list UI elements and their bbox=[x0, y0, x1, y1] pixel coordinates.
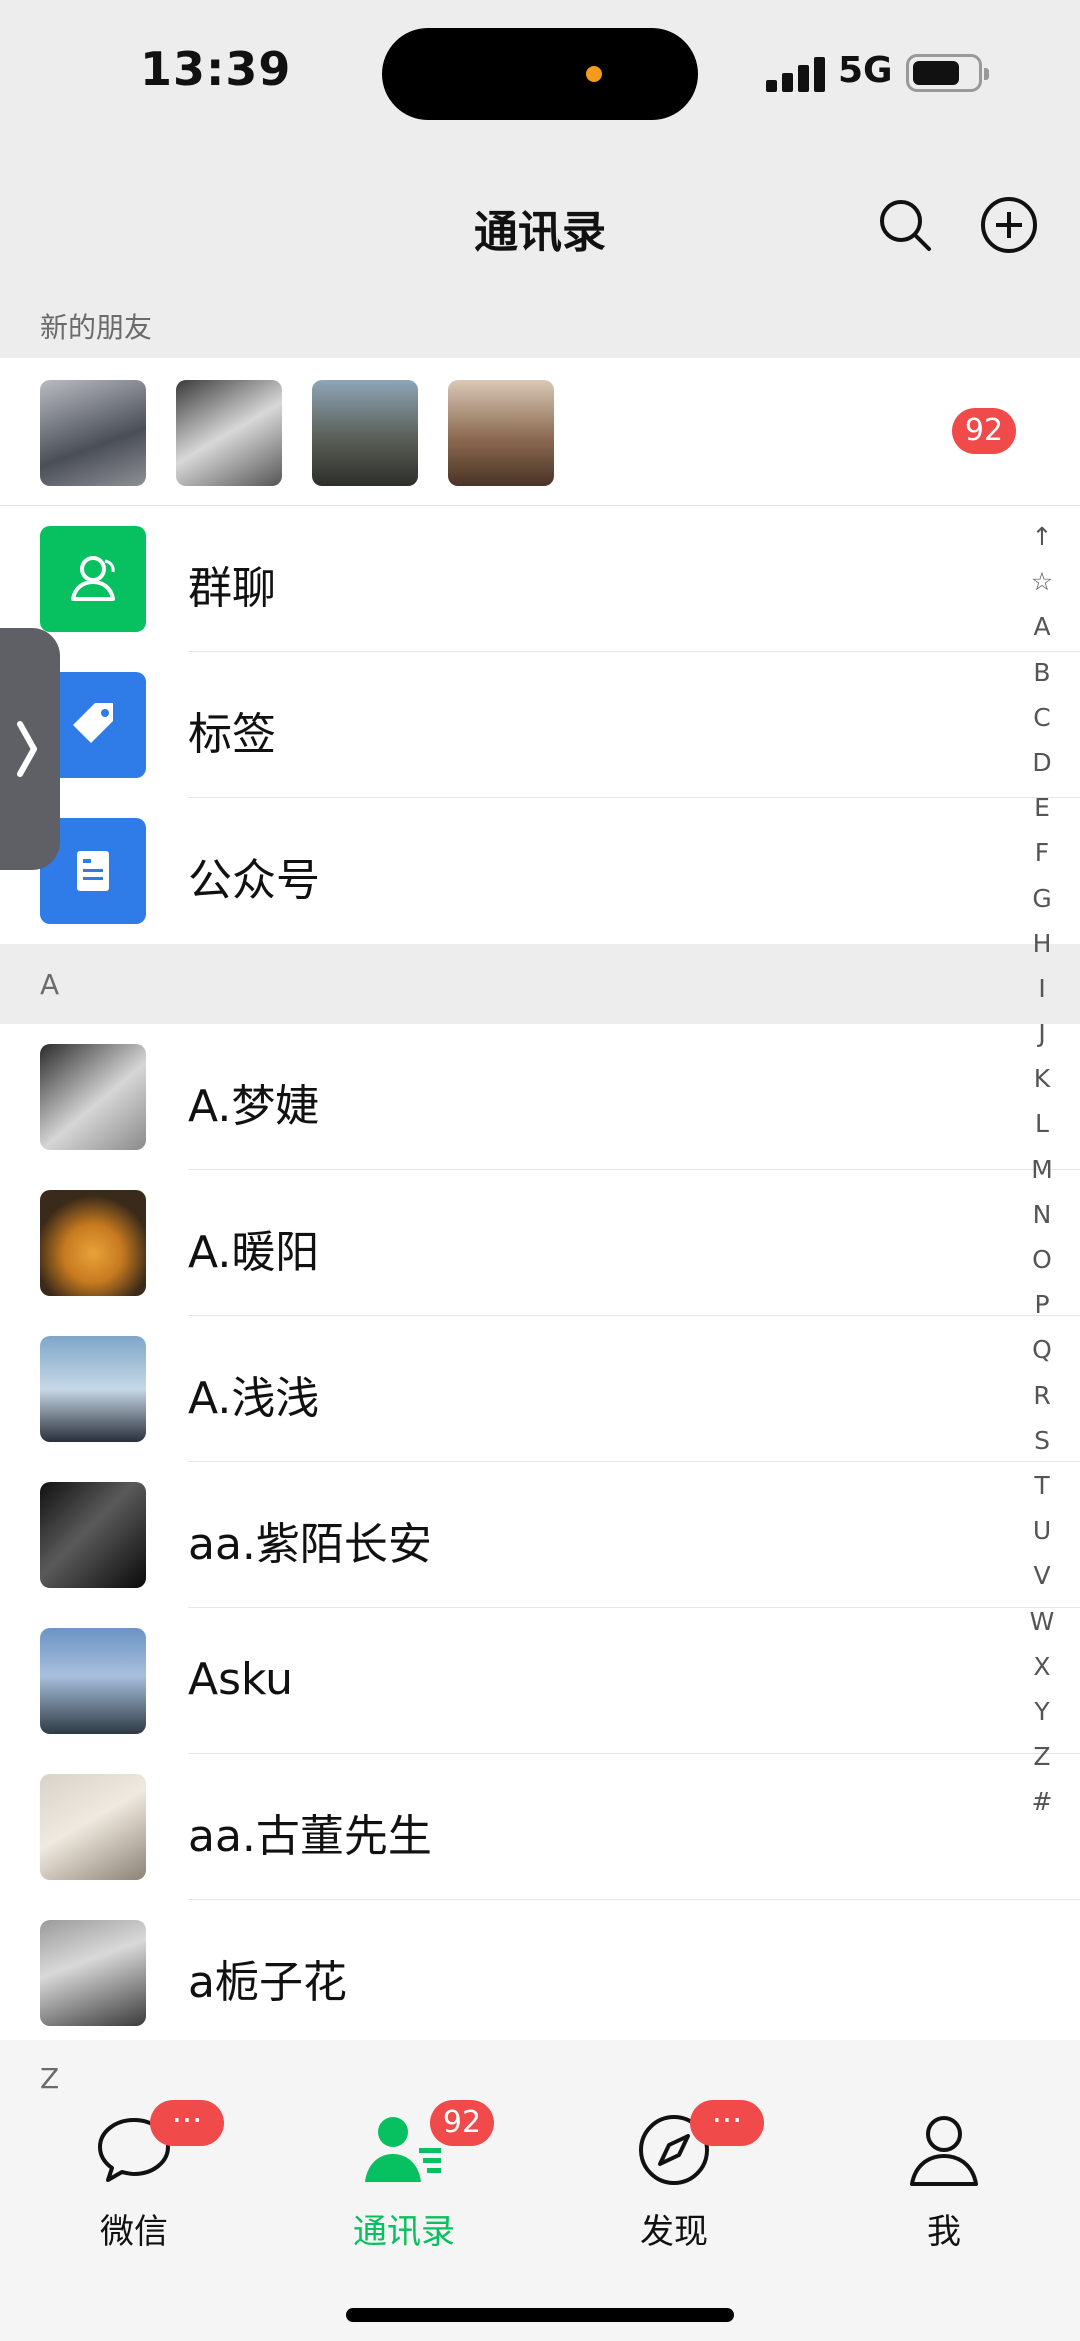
index-letter[interactable]: G bbox=[1022, 876, 1062, 921]
index-letter[interactable]: T bbox=[1022, 1463, 1062, 1508]
battery-icon bbox=[906, 54, 989, 92]
tags-row[interactable]: 标签 bbox=[0, 652, 1080, 798]
index-letter[interactable]: F bbox=[1022, 830, 1062, 875]
contact-name: Asku bbox=[188, 1654, 294, 1705]
avatar bbox=[40, 1920, 146, 2026]
section-header-a: A bbox=[0, 944, 1080, 1024]
contact-list: A.梦婕 A.暖阳 A.浅浅 aa.紫陌长安 Asku aa.古董先生 a栀子花 bbox=[0, 1024, 1080, 2046]
index-letter[interactable]: W bbox=[1022, 1599, 1062, 1644]
index-letter[interactable]: H bbox=[1022, 921, 1062, 966]
tab-label: 通讯录 bbox=[353, 2212, 455, 2252]
search-icon bbox=[880, 200, 931, 251]
group-chat-label: 群聊 bbox=[188, 563, 276, 614]
alphabet-index[interactable]: ↑ ☆ A B C D E F G H I J K L M N O P Q R S T U V W X Y Z # bbox=[1022, 514, 1062, 1824]
avatar bbox=[40, 1628, 146, 1734]
index-letter[interactable]: E bbox=[1022, 785, 1062, 830]
index-letter[interactable]: A bbox=[1022, 604, 1062, 649]
avatar bbox=[312, 380, 418, 486]
index-letter[interactable]: J bbox=[1022, 1011, 1062, 1056]
contact-row[interactable]: Asku bbox=[0, 1608, 1080, 1754]
avatar bbox=[40, 1774, 146, 1880]
contact-name: a栀子花 bbox=[188, 1957, 347, 2008]
new-friends-row[interactable]: 92 bbox=[0, 358, 1080, 506]
status-bar: 13:39 5G bbox=[0, 0, 1080, 150]
contact-row[interactable]: A.浅浅 bbox=[0, 1316, 1080, 1462]
index-letter[interactable]: V bbox=[1022, 1553, 1062, 1598]
contact-row[interactable]: A.梦婕 bbox=[0, 1024, 1080, 1170]
contact-name: A.梦婕 bbox=[188, 1081, 320, 1132]
privacy-dot bbox=[586, 66, 602, 82]
person-icon bbox=[854, 2110, 1034, 2190]
index-letter[interactable]: M bbox=[1022, 1147, 1062, 1192]
add-button[interactable] bbox=[974, 190, 1044, 260]
contact-name: A.暖阳 bbox=[188, 1227, 320, 1278]
search-button[interactable] bbox=[870, 190, 940, 260]
side-panel-handle[interactable] bbox=[0, 628, 60, 870]
tab-label: 微信 bbox=[100, 2212, 168, 2252]
contact-name: aa.古董先生 bbox=[188, 1811, 432, 1862]
contact-row[interactable]: aa.紫陌长安 bbox=[0, 1462, 1080, 1608]
index-letter[interactable]: O bbox=[1022, 1237, 1062, 1282]
contact-name: A.浅浅 bbox=[188, 1373, 320, 1424]
avatar bbox=[40, 1336, 146, 1442]
index-letter[interactable]: N bbox=[1022, 1192, 1062, 1237]
avatar bbox=[40, 1190, 146, 1296]
tab-me[interactable]: 我 bbox=[854, 2110, 1034, 2253]
index-letter[interactable]: X bbox=[1022, 1644, 1062, 1689]
index-letter[interactable]: R bbox=[1022, 1373, 1062, 1418]
tab-contacts[interactable]: 通讯录 92 bbox=[314, 2100, 494, 2253]
index-letter[interactable]: D bbox=[1022, 740, 1062, 785]
chevron-right-icon bbox=[17, 721, 37, 777]
official-accounts-label: 公众号 bbox=[188, 855, 320, 906]
index-letter[interactable]: ☆ bbox=[1022, 559, 1062, 604]
contact-row[interactable]: A.暖阳 bbox=[0, 1170, 1080, 1316]
home-indicator bbox=[346, 2308, 734, 2322]
new-friends-label: 新的朋友 bbox=[40, 311, 153, 344]
function-list: 群聊 标签 公众号 bbox=[0, 506, 1080, 944]
index-letter[interactable]: ↑ bbox=[1022, 514, 1062, 559]
contacts-badge: 92 bbox=[430, 2100, 494, 2146]
section-letter-z: Z bbox=[40, 2062, 60, 2095]
tab-bar: 微信 ··· 通讯录 92 发现 ··· 我 bbox=[0, 2040, 1080, 2341]
index-letter[interactable]: I bbox=[1022, 966, 1062, 1011]
index-letter[interactable]: Q bbox=[1022, 1327, 1062, 1372]
index-letter[interactable]: B bbox=[1022, 650, 1062, 695]
plus-circle-icon bbox=[981, 197, 1037, 253]
new-friends-badge: 92 bbox=[952, 408, 1016, 454]
avatar bbox=[40, 1044, 146, 1150]
avatar bbox=[40, 380, 146, 486]
index-letter[interactable]: S bbox=[1022, 1418, 1062, 1463]
status-time: 13:39 bbox=[140, 42, 292, 96]
index-letter[interactable]: C bbox=[1022, 695, 1062, 740]
index-letter[interactable]: Z bbox=[1022, 1734, 1062, 1779]
signal-icon bbox=[766, 56, 826, 92]
tab-discover[interactable]: 发现 ··· bbox=[584, 2100, 764, 2253]
avatar bbox=[40, 1482, 146, 1588]
network-type: 5G bbox=[838, 50, 893, 91]
tab-chats[interactable]: 微信 ··· bbox=[44, 2100, 224, 2253]
contact-row[interactable]: aa.古董先生 bbox=[0, 1754, 1080, 1900]
avatar bbox=[176, 380, 282, 486]
index-letter[interactable]: Y bbox=[1022, 1689, 1062, 1734]
tags-label: 标签 bbox=[188, 709, 276, 760]
group-chat-row[interactable]: 群聊 bbox=[0, 506, 1080, 652]
index-letter[interactable]: P bbox=[1022, 1282, 1062, 1327]
tab-label: 发现 bbox=[640, 2212, 708, 2252]
discover-badge: ··· bbox=[690, 2100, 764, 2146]
index-letter[interactable]: # bbox=[1022, 1779, 1062, 1824]
index-letter[interactable]: L bbox=[1022, 1101, 1062, 1146]
index-letter[interactable]: U bbox=[1022, 1508, 1062, 1553]
dynamic-island bbox=[382, 28, 698, 120]
official-accounts-row[interactable]: 公众号 bbox=[0, 798, 1080, 944]
contact-name: aa.紫陌长安 bbox=[188, 1519, 432, 1570]
contact-row[interactable]: a栀子花 bbox=[0, 1900, 1080, 2046]
group-chat-icon bbox=[40, 526, 146, 632]
tab-label: 我 bbox=[927, 2212, 961, 2252]
index-letter[interactable]: K bbox=[1022, 1056, 1062, 1101]
chats-badge: ··· bbox=[150, 2100, 224, 2146]
avatar bbox=[448, 380, 554, 486]
